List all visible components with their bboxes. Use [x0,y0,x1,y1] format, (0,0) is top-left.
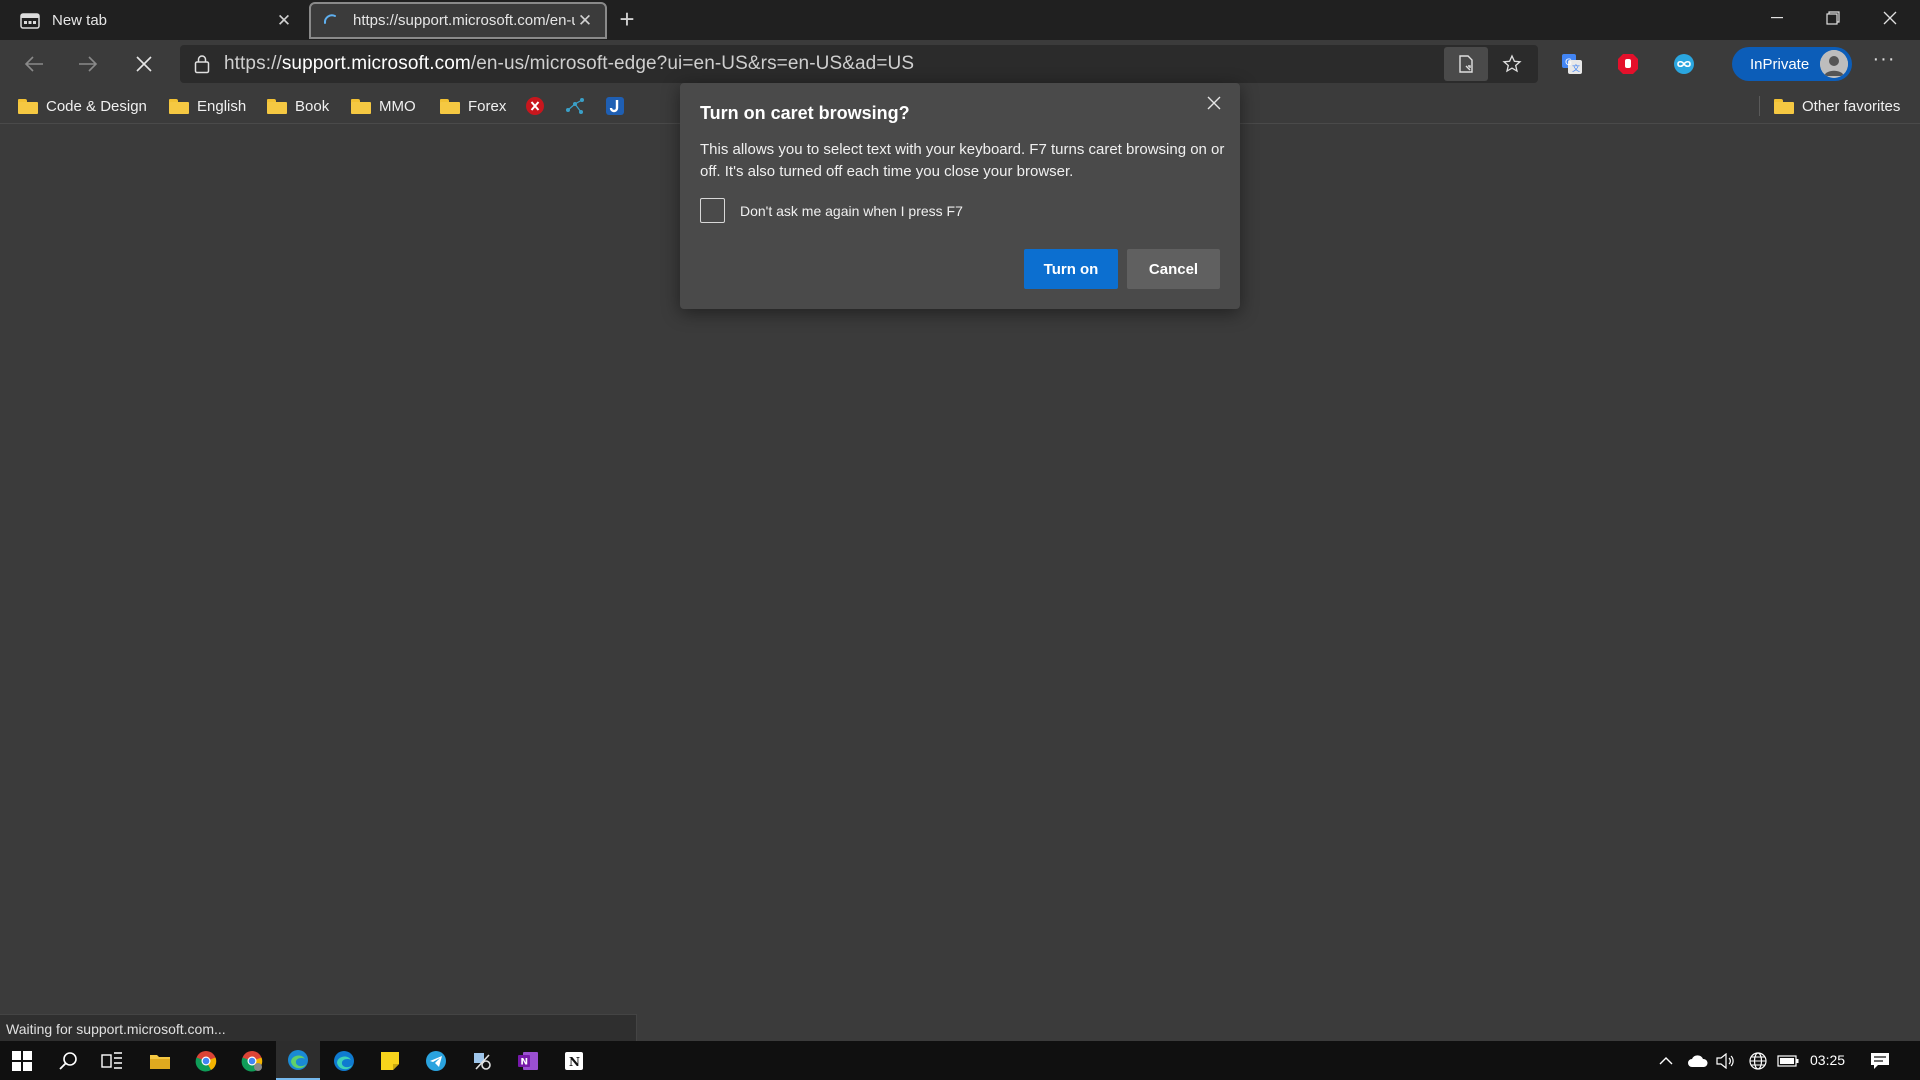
url-text[interactable]: https://support.microsoft.com/en-us/micr… [224,53,914,75]
chrome-profile-icon[interactable] [230,1041,274,1080]
network-globe-icon[interactable] [1744,1041,1772,1080]
favorite-label: Book [295,97,330,115]
battery-icon[interactable] [1774,1041,1802,1080]
svg-text:N: N [521,1057,529,1067]
close-tab-icon[interactable]: ✕ [274,11,294,31]
snipping-tool-icon[interactable] [460,1041,504,1080]
new-tab-button[interactable]: + [612,4,642,34]
dont-ask-again-checkbox[interactable] [700,198,725,223]
avatar [1820,50,1848,78]
other-favorites-folder[interactable]: Other favorites [1774,94,1900,118]
folder-icon [440,98,460,114]
infinity-extension-icon[interactable] [1668,48,1700,80]
folder-icon [267,98,287,114]
notion-icon[interactable]: N [552,1041,596,1080]
turn-on-button[interactable]: Turn on [1024,249,1118,289]
tab-support-microsoft[interactable]: https://support.microsoft.com/en-us/micr… [309,2,607,39]
dont-ask-again-row[interactable]: Don't ask me again when I press F7 [700,198,963,223]
other-favorites-label: Other favorites [1802,97,1901,115]
back-button[interactable] [16,46,52,82]
close-window-icon[interactable] [1862,0,1918,36]
favorite-folder-mmo[interactable]: MMO [351,94,416,118]
favorite-label: Forex [468,97,507,115]
tray-chevron-up-icon[interactable] [1652,1041,1680,1080]
favorites-divider [1759,96,1760,116]
translate-extension-icon[interactable]: G文 [1556,48,1588,80]
newtab-icon [20,12,40,29]
edge-icon[interactable] [322,1041,366,1080]
cancel-button[interactable]: Cancel [1127,249,1220,289]
favorite-folder-forex[interactable]: Forex [440,94,506,118]
favorite-star-icon[interactable] [1490,47,1534,81]
adblock-extension-icon[interactable] [1612,48,1644,80]
address-bar[interactable]: https://support.microsoft.com/en-us/micr… [180,45,1538,83]
tab-title: https://support.microsoft.com/en-us/micr… [353,12,575,29]
favorite-j-site-icon[interactable] [605,94,625,118]
file-explorer-icon[interactable] [138,1041,182,1080]
inprivate-label: InPrivate [1750,55,1810,73]
tab-new-tab[interactable]: New tab ✕ [10,2,304,39]
svg-text:N: N [569,1055,580,1069]
favorite-label: English [197,97,247,115]
onedrive-icon[interactable] [1684,1041,1712,1080]
restore-icon[interactable] [1805,0,1861,36]
close-tab-icon[interactable]: ✕ [575,11,595,31]
favorite-folder-book[interactable]: Book [267,94,329,118]
favorite-label: MMO [379,97,416,115]
url-path: /en-us/microsoft-edge?ui=en-US&rs=en-US&… [470,53,915,74]
svg-text:文: 文 [1572,63,1580,73]
edge-beta-icon[interactable] [276,1041,320,1080]
dont-ask-again-label[interactable]: Don't ask me again when I press F7 [740,203,963,219]
windows-taskbar: N N 03:25 [0,1041,1920,1080]
volume-icon[interactable] [1712,1041,1740,1080]
reading-view-icon[interactable] [1444,47,1488,81]
navigation-toolbar: https://support.microsoft.com/en-us/micr… [0,40,1920,88]
folder-icon [169,98,189,114]
back-arrow-icon [24,56,43,72]
start-windows-icon[interactable] [0,1041,44,1080]
sticky-notes-icon[interactable] [368,1041,412,1080]
favorite-label: Code & Design [46,97,147,115]
dialog-close-icon[interactable] [1202,91,1226,115]
tab-title: New tab [52,12,108,29]
caret-browsing-dialog: Turn on caret browsing? This allows you … [680,83,1240,309]
folder-icon [351,98,371,114]
url-host: support.microsoft.com [281,53,471,74]
loading-spinner-icon [321,13,341,29]
tab-strip: New tab ✕ https://support.microsoft.com/… [0,0,1920,40]
svg-text:G: G [1565,58,1572,68]
folder-icon [18,98,38,114]
inprivate-profile-button[interactable]: InPrivate [1732,47,1852,81]
forward-arrow-icon [79,56,98,72]
favorite-network-site-icon[interactable] [564,94,586,118]
telegram-icon[interactable] [414,1041,458,1080]
dialog-message: This allows you to select text with your… [700,141,1225,180]
url-scheme: https:// [224,53,282,74]
minimize-icon[interactable] [1749,0,1805,36]
settings-more-icon[interactable]: ··· [1866,48,1902,80]
onenote-icon[interactable]: N [506,1041,550,1080]
favorite-folder-code-design[interactable]: Code & Design [18,94,147,118]
folder-icon [1774,98,1794,114]
lock-icon[interactable] [180,54,224,74]
stop-x-icon [136,56,152,72]
chrome-icon[interactable] [184,1041,228,1080]
status-bar: Waiting for support.microsoft.com... [0,1014,637,1041]
forward-button[interactable] [70,46,106,82]
favorite-folder-english[interactable]: English [169,94,246,118]
action-center-icon[interactable] [1866,1041,1894,1080]
dialog-title: Turn on caret browsing? [700,103,910,123]
clock-time[interactable]: 03:25 [1810,1052,1845,1068]
favorite-x-site-icon[interactable] [525,94,545,118]
task-view-icon[interactable] [90,1041,134,1080]
search-icon[interactable] [46,1041,90,1080]
stop-loading-button[interactable] [126,46,162,82]
